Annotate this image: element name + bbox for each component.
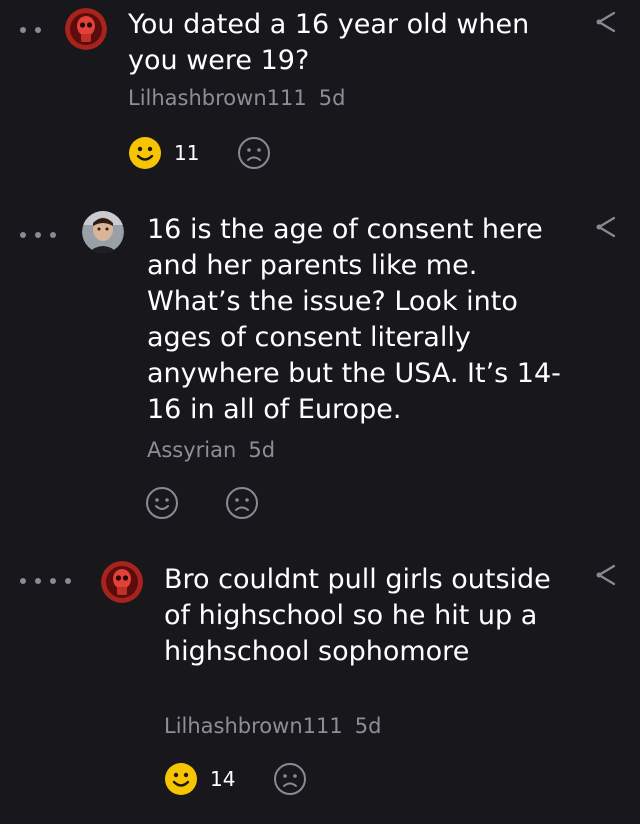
frown-icon xyxy=(226,487,258,519)
depth-dot xyxy=(20,578,26,584)
author-name[interactable]: Assyrian xyxy=(147,438,236,462)
thread-depth-indicator xyxy=(20,578,71,584)
thread-depth-indicator xyxy=(20,27,41,33)
share-icon[interactable] xyxy=(594,563,618,587)
comment-text: Bro couldnt pull girls outside of highsc… xyxy=(164,564,551,667)
depth-dot xyxy=(65,578,71,584)
dislike-button[interactable] xyxy=(273,762,307,796)
depth-dot xyxy=(35,27,41,33)
comment-meta: Assyrian 5d xyxy=(147,436,275,464)
dislike-button[interactable] xyxy=(237,136,271,170)
like-count: 14 xyxy=(210,767,236,791)
comment-thread: You dated a 16 year old when you were 19… xyxy=(0,0,640,824)
like-button[interactable]: 14 xyxy=(164,762,235,796)
comment-time: 5d xyxy=(248,438,276,462)
author-name[interactable]: Lilhashbrown111 xyxy=(128,86,307,110)
comment-meta: Lilhashbrown111 5d xyxy=(164,712,381,740)
frown-icon xyxy=(238,137,271,169)
avatar[interactable] xyxy=(65,8,107,50)
reaction-bar: 11 xyxy=(128,136,271,170)
like-button[interactable] xyxy=(145,486,191,520)
reaction-bar xyxy=(145,486,259,520)
comment-time: 5d xyxy=(318,86,346,110)
avatar[interactable] xyxy=(101,561,143,603)
depth-dot xyxy=(50,578,56,584)
thread-depth-indicator xyxy=(20,232,56,238)
like-button[interactable]: 11 xyxy=(128,136,199,170)
frown-icon xyxy=(274,763,307,795)
smiley-icon xyxy=(146,487,178,519)
depth-dot xyxy=(50,232,56,238)
author-name[interactable]: Lilhashbrown111 xyxy=(164,714,343,738)
reaction-bar: 14 xyxy=(164,762,307,796)
dislike-button[interactable] xyxy=(225,486,259,520)
smiley-icon xyxy=(129,137,161,169)
comment-time: 5d xyxy=(354,714,382,738)
comment-text: You dated a 16 year old when you were 19… xyxy=(128,9,530,76)
comment-meta: Lilhashbrown111 5d xyxy=(128,84,345,112)
like-count: 11 xyxy=(174,141,200,165)
depth-dot xyxy=(35,578,41,584)
depth-dot xyxy=(20,232,26,238)
share-icon[interactable] xyxy=(594,215,618,239)
avatar[interactable] xyxy=(82,211,124,253)
depth-dot xyxy=(35,232,41,238)
comment-text: 16 is the age of consent here and her pa… xyxy=(147,214,561,425)
smiley-icon xyxy=(165,763,197,795)
share-icon[interactable] xyxy=(594,10,618,34)
depth-dot xyxy=(20,27,26,33)
